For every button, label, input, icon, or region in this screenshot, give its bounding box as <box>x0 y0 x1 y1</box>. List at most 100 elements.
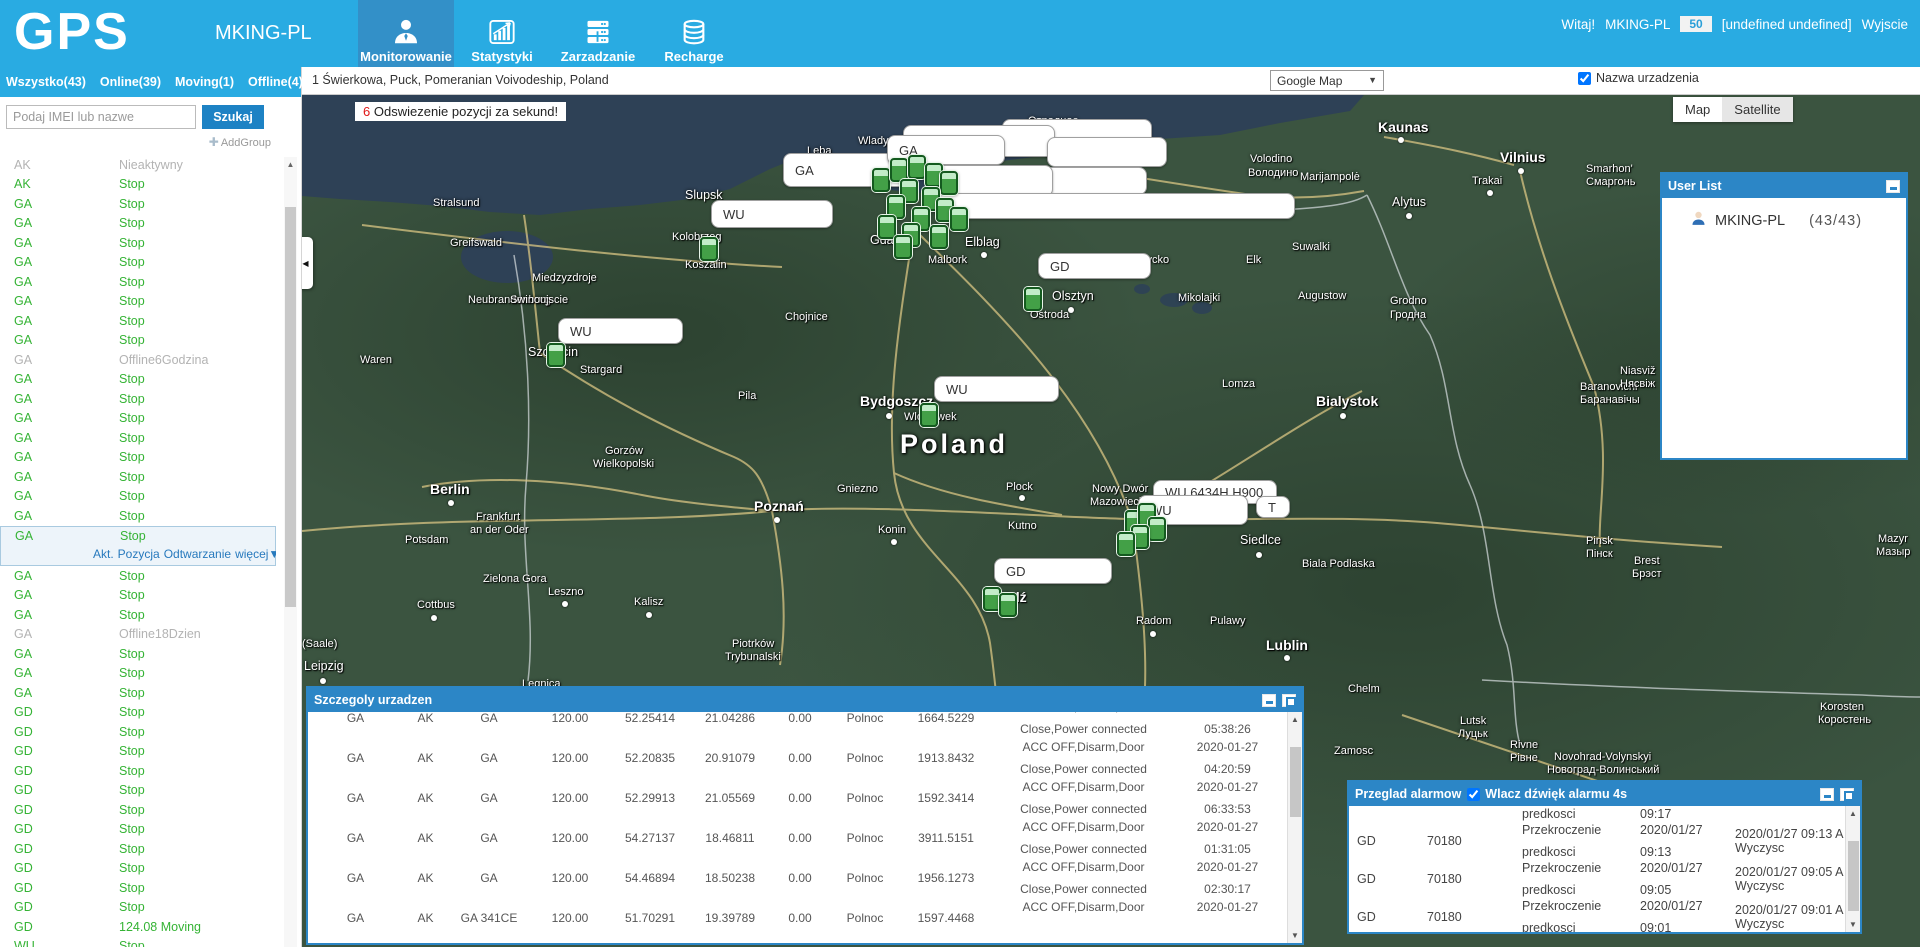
device-name-toggle[interactable]: Nazwa urzadzenia <box>1578 71 1699 85</box>
device-row[interactable]: GAStop <box>0 233 276 253</box>
device-row[interactable]: GAStop <box>0 272 276 292</box>
tab-online[interactable]: Online(39) <box>100 75 161 89</box>
credit-badge[interactable]: 50 <box>1680 16 1711 32</box>
vehicle-marker[interactable] <box>908 155 926 179</box>
nav-monitorowanie[interactable]: Monitorowanie <box>358 0 454 67</box>
device-row[interactable]: GAStop <box>0 506 276 526</box>
sidebar-collapse-handle[interactable]: ◀ <box>302 237 313 289</box>
device-row[interactable]: GAStop <box>0 467 276 487</box>
map-type-select[interactable]: Google Map ▼ <box>1270 70 1384 91</box>
device-name-checkbox[interactable] <box>1578 72 1591 85</box>
tab-offline[interactable]: Offline(4) <box>248 75 303 89</box>
alarm-row[interactable]: GD70180Przekroczeniepredkosci2020/01/270… <box>1349 860 1844 898</box>
tab-wszystko[interactable]: Wszystko(43) <box>6 75 86 89</box>
device-row[interactable]: GAStop <box>0 605 276 625</box>
vehicle-marker[interactable] <box>547 343 565 367</box>
device-row[interactable]: GAStop <box>0 331 276 351</box>
device-row[interactable]: GAStop <box>0 428 276 448</box>
maximize-icon[interactable] <box>1282 694 1296 707</box>
device-row[interactable]: GAStop <box>0 664 276 684</box>
map-canvas[interactable]: ОтрадноеKaliningradКалининградVolodinoВо… <box>302 95 1920 947</box>
device-row[interactable]: GAStop <box>1 527 275 547</box>
device-label-bubble[interactable]: GD <box>994 558 1112 584</box>
device-row[interactable]: GAStop <box>0 566 276 586</box>
scroll-down-icon[interactable]: ▼ <box>1288 931 1302 940</box>
device-action-link[interactable]: Akt. <box>93 547 114 561</box>
device-label-bubble[interactable] <box>935 193 1295 219</box>
device-row[interactable]: GAStop <box>0 253 276 273</box>
device-row[interactable]: GD124.08 Moving <box>0 917 276 937</box>
device-row[interactable]: GAStop <box>0 311 276 331</box>
device-label-bubble[interactable]: WU <box>934 376 1059 402</box>
device-row[interactable]: GAStop <box>0 389 276 409</box>
device-label-bubble[interactable]: GD <box>1038 253 1151 279</box>
satellite-mode-button[interactable]: Satellite <box>1722 97 1792 122</box>
search-button[interactable]: Szukaj <box>202 105 264 129</box>
vehicle-marker[interactable] <box>940 171 958 195</box>
vehicle-marker[interactable] <box>1117 532 1135 556</box>
scroll-thumb[interactable] <box>285 207 296 607</box>
vehicle-marker[interactable] <box>1148 517 1166 541</box>
device-row[interactable]: GAStop <box>0 194 276 214</box>
details-row[interactable]: GAAKGA120.0052.2991321.055690.00Polnoc15… <box>308 778 1286 818</box>
device-row[interactable]: GDStop <box>0 820 276 840</box>
device-row[interactable]: GDStop <box>0 839 276 859</box>
device-row[interactable]: GDStop <box>0 703 276 723</box>
device-row[interactable]: GAStop <box>0 292 276 312</box>
alarm-scrollbar[interactable]: ▲ ▼ <box>1845 806 1860 932</box>
scroll-up-icon[interactable]: ▲ <box>284 157 297 169</box>
device-row[interactable]: GAOffline18Dzien <box>0 625 276 645</box>
vehicle-marker[interactable] <box>878 215 896 239</box>
alarm-action[interactable]: 2020/01/27 09:01 AK Wyczysc <box>1735 903 1844 931</box>
device-action-link[interactable]: więcej▼ <box>235 547 276 561</box>
alarm-action[interactable]: 2020/01/27 09:13 AK Wyczysc <box>1735 827 1844 855</box>
details-row[interactable]: GAAKGA120.0054.2713718.468110.00Polnoc39… <box>308 818 1286 858</box>
details-scrollbar[interactable]: ▲ ▼ <box>1287 712 1302 943</box>
details-row[interactable]: GAAKGA120.0052.2083520.910790.00Polnoc19… <box>308 738 1286 778</box>
details-row[interactable]: GAAKGA 341CE120.0051.7029119.397890.00Po… <box>308 898 1286 938</box>
alarm-sound-toggle[interactable]: Wlacz dźwięk alarmu 4s <box>1467 787 1627 801</box>
device-row[interactable]: GDStop <box>0 742 276 762</box>
vehicle-marker[interactable] <box>1024 287 1042 311</box>
nav-statystyki[interactable]: Statystyki <box>454 0 550 67</box>
details-row[interactable]: GAAKGA120.0052.2541421.042860.00Polnoc16… <box>308 712 1286 738</box>
device-row[interactable]: GDStop <box>0 781 276 801</box>
vehicle-marker[interactable] <box>894 235 912 259</box>
device-row[interactable]: WUStop <box>0 937 276 947</box>
nav-recharge[interactable]: Recharge <box>646 0 742 67</box>
device-list-scrollbar[interactable]: ▲ <box>284 157 297 947</box>
scroll-thumb[interactable] <box>1848 841 1859 911</box>
device-row[interactable]: GDStop <box>0 878 276 898</box>
device-label-bubble[interactable]: WU <box>711 200 833 228</box>
device-row[interactable]: GDStop <box>0 761 276 781</box>
scroll-up-icon[interactable]: ▲ <box>1846 806 1860 818</box>
device-row[interactable]: AKStop <box>0 175 276 195</box>
device-row[interactable]: GAStop <box>0 586 276 606</box>
device-action-link[interactable]: Pozycja <box>118 547 160 561</box>
device-label-bubble[interactable]: WU <box>558 318 683 344</box>
scroll-up-icon[interactable]: ▲ <box>1288 712 1302 724</box>
device-row[interactable]: GDStop <box>0 722 276 742</box>
alarm-action[interactable]: 2020/01/27 09:05 AK Wyczysc <box>1735 865 1844 893</box>
alarm-row[interactable]: GD70180Przekroczeniepredkosci2020/01/270… <box>1349 898 1844 932</box>
device-row[interactable]: GAOffline6Godzina <box>0 350 276 370</box>
scroll-thumb[interactable] <box>1290 747 1301 817</box>
minimize-icon[interactable] <box>1262 694 1276 707</box>
device-label-bubble[interactable]: T <box>1256 496 1290 518</box>
device-row[interactable]: AKNieaktywny <box>0 155 276 175</box>
device-row[interactable]: GDStop <box>0 859 276 879</box>
user-list-item[interactable]: MKING-PL (43/43) <box>1662 198 1906 231</box>
nav-zarzadzanie[interactable]: Zarzadzanie <box>550 0 646 67</box>
device-row[interactable]: GAStop <box>0 409 276 429</box>
device-label-bubble[interactable] <box>1047 137 1167 167</box>
logout-link[interactable]: Wyjscie <box>1862 17 1908 32</box>
minimize-icon[interactable] <box>1820 788 1834 801</box>
vehicle-marker[interactable] <box>700 237 718 261</box>
vehicle-marker[interactable] <box>872 168 890 192</box>
vehicle-marker[interactable] <box>930 225 948 249</box>
minimize-icon[interactable] <box>1886 180 1900 193</box>
map-mode-button[interactable]: Map <box>1673 97 1722 122</box>
device-row[interactable]: GAStop <box>0 644 276 664</box>
vehicle-marker[interactable] <box>920 403 938 427</box>
device-row[interactable]: GDStop <box>0 800 276 820</box>
